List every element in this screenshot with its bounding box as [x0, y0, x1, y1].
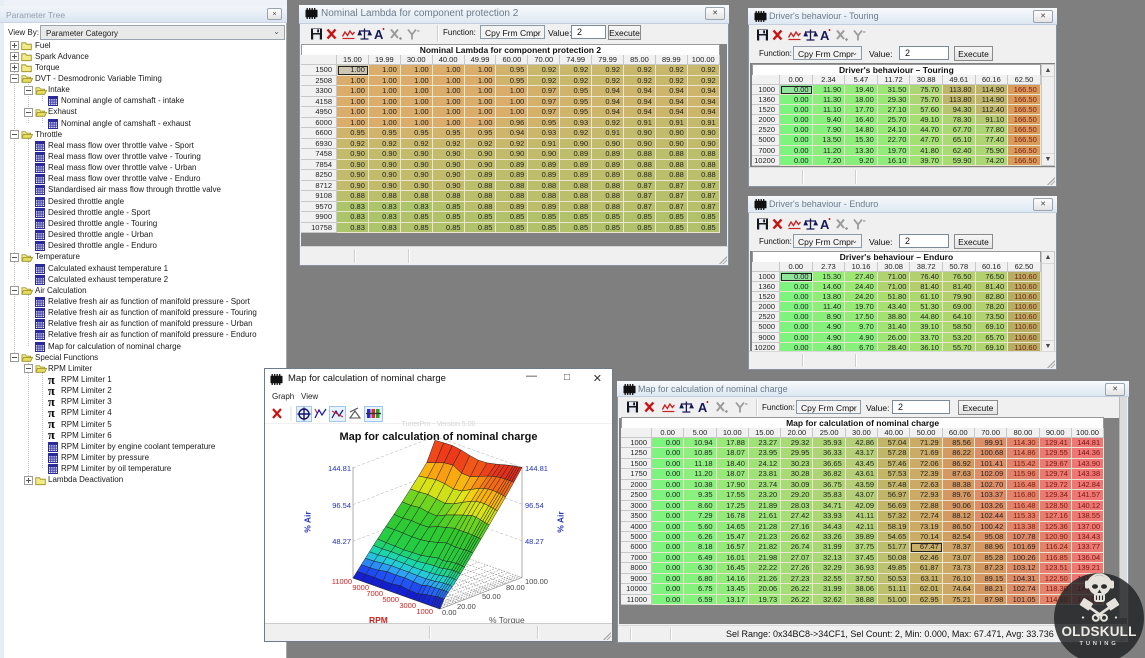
- svg-text:TUNING: TUNING: [1079, 641, 1118, 647]
- svg-text:OLDSKULL: OLDSKULL: [1061, 624, 1136, 639]
